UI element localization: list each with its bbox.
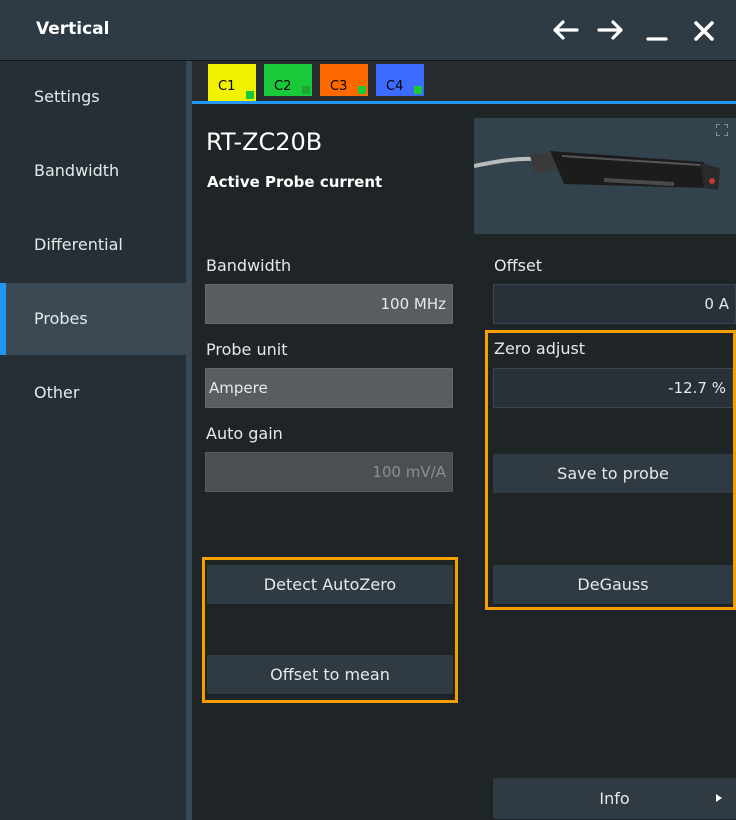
zero-adjust-value: -12.7 % xyxy=(668,379,726,397)
channel-status-indicator xyxy=(414,86,422,94)
tab-label: C4 xyxy=(386,79,404,94)
sidebar-item-label: Probes xyxy=(34,309,88,328)
sidebar-item-differential[interactable]: Differential xyxy=(0,209,186,281)
close-icon[interactable] xyxy=(688,14,720,46)
sidebar: Settings Bandwidth Differential Probes O… xyxy=(0,61,186,820)
auto-gain-value: 100 mV/A xyxy=(372,463,446,481)
sidebar-item-other[interactable]: Other xyxy=(0,357,186,429)
sidebar-item-label: Settings xyxy=(34,87,100,106)
tab-label: C2 xyxy=(274,79,292,94)
channel-status-indicator xyxy=(302,86,310,94)
info-button-label: Info xyxy=(599,789,630,808)
tab-c4[interactable]: C4 xyxy=(376,64,424,96)
offset-field[interactable]: 0 A xyxy=(493,284,736,324)
title-bar: Vertical xyxy=(0,0,736,61)
bandwidth-field[interactable]: 100 MHz xyxy=(205,284,453,324)
channel-status-indicator xyxy=(358,86,366,94)
probe-name: RT-ZC20B xyxy=(206,128,323,156)
sidebar-item-label: Bandwidth xyxy=(34,161,120,180)
offset-label: Offset xyxy=(494,256,543,275)
bandwidth-label: Bandwidth xyxy=(206,256,292,275)
sidebar-item-probes[interactable]: Probes xyxy=(0,283,186,355)
sidebar-item-settings[interactable]: Settings xyxy=(0,61,186,133)
probe-picture xyxy=(473,151,720,190)
tab-label: C3 xyxy=(330,79,348,94)
tab-c1[interactable]: C1 xyxy=(208,64,256,101)
offset-to-mean-button[interactable]: Offset to mean xyxy=(207,655,453,695)
forward-arrow-icon[interactable] xyxy=(594,14,626,46)
probe-image[interactable] xyxy=(473,118,736,234)
auto-gain-field: 100 mV/A xyxy=(205,452,453,492)
bandwidth-value: 100 MHz xyxy=(380,295,447,313)
sidebar-item-label: Differential xyxy=(34,235,123,254)
tab-c2[interactable]: C2 xyxy=(264,64,312,96)
info-button[interactable]: Info xyxy=(493,778,736,820)
zero-adjust-label: Zero adjust xyxy=(494,339,586,358)
degauss-button[interactable]: DeGauss xyxy=(493,565,733,605)
back-arrow-icon[interactable] xyxy=(550,14,582,46)
expand-icon[interactable] xyxy=(716,124,728,136)
sidebar-item-bandwidth[interactable]: Bandwidth xyxy=(0,135,186,207)
window-title: Vertical xyxy=(36,19,110,39)
tab-label: C1 xyxy=(218,79,236,94)
channel-status-indicator xyxy=(246,91,254,99)
minimize-icon[interactable] xyxy=(642,14,674,46)
probe-unit-value: Ampere xyxy=(209,379,268,397)
offset-value: 0 A xyxy=(704,295,729,313)
submenu-arrow-icon xyxy=(716,794,722,802)
tab-c3[interactable]: C3 xyxy=(320,64,368,96)
probe-unit-select[interactable]: Ampere xyxy=(205,368,453,408)
save-to-probe-button[interactable]: Save to probe xyxy=(493,454,733,494)
probe-description: Active Probe current xyxy=(207,173,383,191)
zero-adjust-field[interactable]: -12.7 % xyxy=(493,368,733,408)
auto-gain-label: Auto gain xyxy=(206,424,283,443)
detect-autozero-button[interactable]: Detect AutoZero xyxy=(207,565,453,605)
probe-unit-label: Probe unit xyxy=(206,340,288,359)
sidebar-item-label: Other xyxy=(34,383,80,402)
